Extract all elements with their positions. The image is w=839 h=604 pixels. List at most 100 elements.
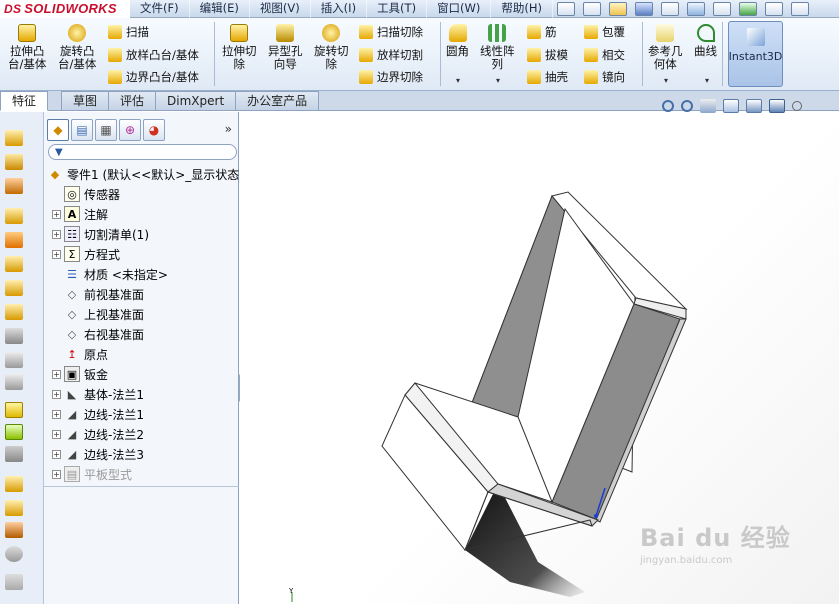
welded-corner-icon[interactable] (5, 374, 23, 390)
fillet-button[interactable]: 圆角 (446, 24, 469, 58)
tree-item-base-flange1[interactable]: + ◣ 基体-法兰1 (52, 384, 144, 404)
menu-view[interactable]: 视图(V) (250, 0, 311, 18)
tab-office-products[interactable]: 办公室产品 (235, 91, 320, 110)
reference-geometry-button[interactable]: 参考几 何体 (648, 24, 683, 71)
menu-insert[interactable]: 插入(I) (311, 0, 368, 18)
feature-tree-tab-icon[interactable]: ◆ (47, 119, 69, 141)
expand-icon[interactable]: + (52, 229, 61, 239)
menu-window[interactable]: 窗口(W) (427, 0, 492, 18)
vent-icon[interactable] (5, 546, 23, 562)
tab-features[interactable]: 特征 (0, 91, 49, 111)
zoom-to-area-icon[interactable] (681, 100, 693, 112)
save-icon[interactable] (635, 1, 654, 16)
flatten-icon[interactable] (5, 446, 23, 462)
undo-icon[interactable] (687, 1, 706, 16)
expand-icon[interactable]: + (52, 249, 61, 259)
display-manager-tab-icon[interactable]: ◕ (143, 119, 165, 141)
tree-item-front-plane[interactable]: ◇ 前视基准面 (52, 284, 144, 304)
file-properties-icon[interactable] (765, 1, 784, 16)
revolve-cut-button[interactable]: 旋转切 除 (314, 24, 349, 71)
tab-evaluate[interactable]: 评估 (108, 91, 157, 110)
extrude-cut-button[interactable]: 拉伸切 除 (222, 24, 257, 71)
feature-filter-input[interactable]: ▼ (48, 144, 237, 160)
dimxpert-manager-tab-icon[interactable]: ⊕ (119, 119, 141, 141)
intersect-button[interactable]: 相交 (584, 46, 625, 64)
mirror-button[interactable]: 镜向 (584, 68, 625, 86)
tree-item-origin[interactable]: ↥ 原点 (52, 344, 108, 364)
revolve-boss-button[interactable]: 旋转凸 台/基体 (58, 24, 96, 71)
wrap-button[interactable]: 包覆 (584, 23, 625, 41)
loft-cut-button[interactable]: 放样切割 (359, 46, 423, 64)
shell-button[interactable]: 抽壳 (527, 68, 568, 86)
solidworks-logo[interactable]: DS SOLIDWORKS (0, 0, 130, 18)
lofted-bend-icon[interactable] (5, 178, 23, 194)
unfold-icon[interactable] (5, 402, 23, 418)
menu-help[interactable]: 帮助(H) (491, 0, 554, 18)
curves-button[interactable]: 曲线 (694, 24, 717, 58)
hole-wizard-button[interactable]: 异型孔 向导 (268, 24, 303, 71)
no-bends-icon[interactable] (5, 476, 23, 492)
closed-corner-icon[interactable] (5, 352, 23, 368)
sketched-bend-icon[interactable] (5, 304, 23, 320)
tab-dimxpert[interactable]: DimXpert (155, 91, 237, 110)
instant3d-button[interactable]: Instant3D (728, 21, 783, 87)
sweep-cut-button[interactable]: 扫描切除 (359, 23, 423, 41)
hide-show-items-icon[interactable] (792, 101, 802, 111)
rebuild-icon[interactable] (739, 1, 758, 16)
tree-item-cut-list[interactable]: + ☷ 切割清单(1) (52, 224, 149, 244)
tree-item-flat-pattern[interactable]: + ▤ 平板型式 (52, 464, 132, 484)
tree-item-edge-flange2[interactable]: + ◢ 边线-法兰2 (52, 424, 144, 444)
pattern-dropdown-icon[interactable]: ▾ (496, 76, 500, 85)
base-flange-tool-icon[interactable] (5, 130, 23, 146)
tree-item-edge-flange3[interactable]: + ◢ 边线-法兰3 (52, 444, 144, 464)
tree-item-annotations[interactable]: + A 注解 (52, 204, 108, 224)
tree-item-sheet-metal[interactable]: + ▣ 钣金 (52, 364, 108, 384)
tree-item-top-plane[interactable]: ◇ 上视基准面 (52, 304, 144, 324)
edge-flange-tool-icon[interactable] (5, 208, 23, 224)
cross-break-icon[interactable] (5, 328, 23, 344)
sweep-button[interactable]: 扫描 (108, 23, 149, 41)
rip-icon[interactable] (5, 522, 23, 538)
previous-view-icon[interactable] (700, 99, 716, 113)
property-manager-tab-icon[interactable]: ▤ (71, 119, 93, 141)
configuration-manager-tab-icon[interactable]: ▦ (95, 119, 117, 141)
jog-icon[interactable] (5, 280, 23, 296)
fold-icon[interactable] (5, 424, 23, 440)
fillet-dropdown-icon[interactable]: ▾ (456, 76, 460, 85)
tab-sketch[interactable]: 草图 (61, 91, 110, 110)
corner-relief-icon[interactable] (5, 574, 23, 590)
linear-pattern-button[interactable]: 线性阵 列 (480, 24, 515, 71)
tree-root-part[interactable]: ◆ 零件1 (默认<<默认>_显示状态 (47, 164, 240, 184)
expand-icon[interactable]: + (52, 469, 61, 479)
hem-icon[interactable] (5, 256, 23, 272)
extrude-boss-button[interactable]: 拉伸凸 台/基体 (8, 24, 46, 71)
pin-icon[interactable] (557, 1, 576, 16)
open-icon[interactable] (609, 1, 628, 16)
insert-bends-icon[interactable] (5, 500, 23, 516)
tree-item-right-plane[interactable]: ◇ 右视基准面 (52, 324, 144, 344)
menu-file[interactable]: 文件(F) (130, 0, 190, 18)
new-document-icon[interactable] (583, 1, 602, 16)
boundary-cut-button[interactable]: 边界切除 (359, 68, 423, 86)
view-orientation-icon[interactable] (746, 99, 762, 113)
options-icon[interactable] (791, 1, 810, 16)
ref-geometry-dropdown-icon[interactable]: ▾ (664, 76, 668, 85)
expand-icon[interactable]: + (52, 449, 61, 459)
expand-panel-icon[interactable]: » (225, 122, 232, 136)
expand-icon[interactable]: + (52, 389, 61, 399)
rib-button[interactable]: 筋 (527, 23, 557, 41)
convert-to-sheet-metal-icon[interactable] (5, 154, 23, 170)
select-arrow-icon[interactable] (713, 1, 732, 16)
expand-icon[interactable]: + (52, 209, 61, 219)
section-view-icon[interactable] (723, 99, 739, 113)
menu-edit[interactable]: 编辑(E) (190, 0, 250, 18)
expand-icon[interactable]: + (52, 369, 61, 379)
loft-boss-button[interactable]: 放样凸台/基体 (108, 46, 199, 64)
tree-item-sensors[interactable]: ◎ 传感器 (52, 184, 120, 204)
miter-flange-icon[interactable] (5, 232, 23, 248)
boundary-boss-button[interactable]: 边界凸台/基体 (108, 68, 199, 86)
print-icon[interactable] (661, 1, 680, 16)
expand-icon[interactable]: + (52, 409, 61, 419)
expand-icon[interactable]: + (52, 429, 61, 439)
tree-item-material[interactable]: ☰ 材质 <未指定> (52, 264, 168, 284)
